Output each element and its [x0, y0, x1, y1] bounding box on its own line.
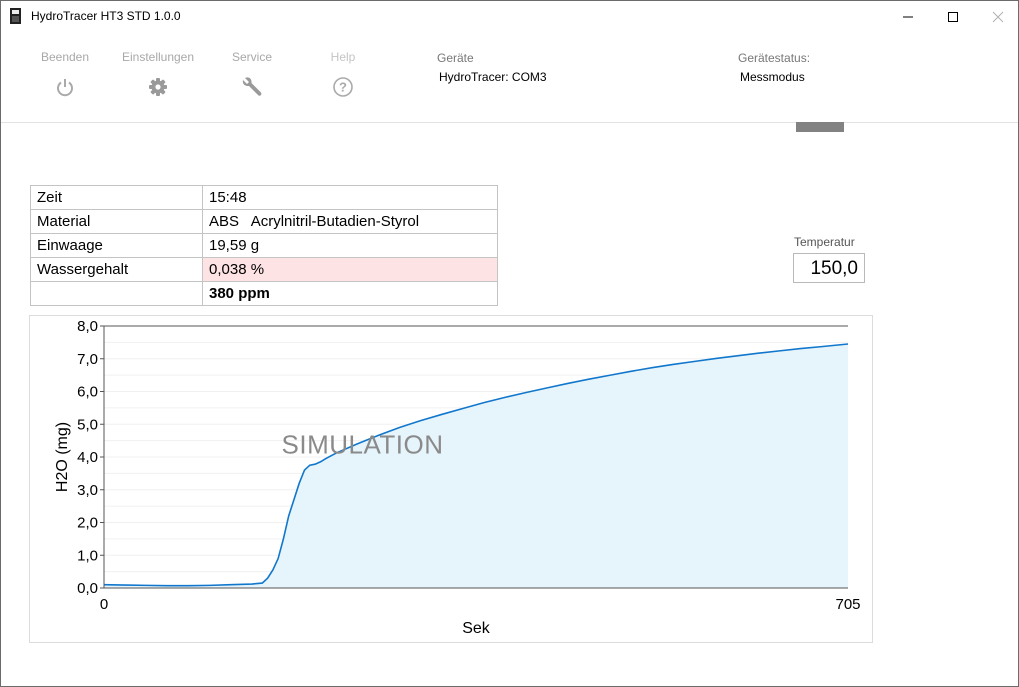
help-button[interactable]: Help ?	[303, 50, 383, 98]
quit-label: Beenden	[40, 50, 90, 64]
close-button[interactable]	[975, 1, 1018, 32]
y-tick-label: 0,0	[77, 580, 98, 597]
y-tick-label: 2,0	[77, 515, 98, 532]
maximize-icon	[948, 12, 958, 22]
row-value: 0,038 %	[202, 257, 498, 282]
y-axis-label: H2O (mg)	[54, 422, 71, 492]
table-row: Material ABS Acrylnitril-Butadien-Styrol	[30, 209, 498, 234]
y-tick-label: 5,0	[77, 416, 98, 433]
row-value: 380 ppm	[202, 281, 498, 306]
wrench-icon	[242, 77, 262, 96]
table-row: 380 ppm	[30, 281, 498, 306]
x-tick-label: 705	[835, 596, 860, 613]
x-axis-label: Sek	[462, 620, 491, 637]
window-title: HydroTracer HT3 STD 1.0.0	[31, 9, 181, 23]
close-icon	[992, 11, 1004, 23]
y-tick-label: 8,0	[77, 318, 98, 335]
maximize-button[interactable]	[930, 1, 976, 32]
service-button[interactable]: Service	[212, 50, 292, 98]
table-row: Wassergehalt 0,038 %	[30, 257, 498, 282]
minimize-icon	[903, 16, 913, 18]
table-row: Zeit 15:48	[30, 185, 498, 210]
minimize-button[interactable]	[885, 1, 931, 32]
app-window: HydroTracer HT3 STD 1.0.0 Beenden Einste…	[0, 0, 1019, 687]
row-key: Material	[30, 209, 203, 234]
help-label: Help	[330, 50, 356, 64]
y-tick-label: 6,0	[77, 384, 98, 401]
devices-label: Geräte	[437, 51, 474, 65]
row-key: Zeit	[30, 185, 203, 210]
temperature-label: Temperatur	[794, 235, 855, 249]
title-bar: HydroTracer HT3 STD 1.0.0	[1, 1, 1018, 32]
quit-button[interactable]: Beenden	[25, 50, 105, 98]
measurement-info-table: Zeit 15:48 Material ABS Acrylnitril-Buta…	[30, 185, 498, 306]
help-icon: ?	[333, 77, 353, 97]
series-area	[104, 344, 848, 588]
gear-icon	[149, 78, 167, 96]
x-ticks: 0 705	[100, 596, 861, 613]
row-key	[30, 281, 203, 306]
app-icon	[10, 8, 21, 24]
y-tick-label: 1,0	[77, 547, 98, 564]
device-status-value: Messmodus	[740, 70, 805, 84]
svg-text:?: ?	[339, 80, 347, 95]
y-tick-label: 4,0	[77, 449, 98, 466]
y-tick-label: 3,0	[77, 482, 98, 499]
temperature-field[interactable]: 150,0	[793, 253, 865, 283]
device-status-label: Gerätestatus:	[738, 51, 811, 65]
y-ticks: 0,0 1,0 2,0 3,0 4,0 5,0 6,0 7,0 8,0	[77, 318, 104, 597]
row-value: 15:48	[202, 185, 498, 210]
chart-svg: 0,0 1,0 2,0 3,0 4,0 5,0 6,0 7,0 8,0 0 705 Sek H2O…	[54, 318, 861, 637]
power-icon	[57, 79, 73, 97]
row-value: ABS Acrylnitril-Butadien-Styrol	[202, 209, 498, 234]
x-tick-label: 0	[100, 596, 108, 613]
service-label: Service	[231, 50, 272, 64]
devices-value[interactable]: HydroTracer: COM3	[439, 70, 547, 84]
settings-button[interactable]: Einstellungen	[118, 50, 198, 98]
measurement-chart: 0,0 1,0 2,0 3,0 4,0 5,0 6,0 7,0 8,0 0 705 Sek H2O…	[29, 315, 873, 643]
row-key: Wassergehalt	[30, 257, 203, 282]
settings-label: Einstellungen	[121, 50, 195, 64]
toolbar: Beenden Einstellungen Service Help ? Ger…	[1, 32, 1018, 123]
simulation-watermark: SIMULATION	[282, 430, 444, 460]
row-value: 19,59 g	[202, 233, 498, 258]
table-row: Einwaage 19,59 g	[30, 233, 498, 258]
panel-handle[interactable]	[796, 122, 844, 132]
y-tick-label: 7,0	[77, 351, 98, 368]
row-key: Einwaage	[30, 233, 203, 258]
